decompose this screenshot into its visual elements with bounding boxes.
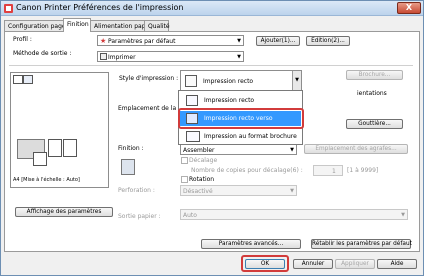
offset-checkbox[interactable] [181, 157, 188, 164]
tab-configuration-page[interactable]: Configuration page [4, 20, 66, 31]
printer-icon [100, 53, 107, 60]
offset-copies-value: 1 [332, 168, 336, 175]
option-booklet[interactable]: Impression au format brochure [180, 129, 301, 144]
page-preview-2 [63, 139, 77, 157]
printer-preferences-window: Canon Printer Préférences de l'impressio… [0, 0, 424, 276]
add-profile-button[interactable]: Ajouter(1)... [256, 36, 300, 46]
output-method-select[interactable]: Imprimer ▼ [97, 51, 244, 62]
brochure-button[interactable]: Brochure... [346, 70, 403, 80]
chevron-down-icon: ▼ [290, 147, 294, 153]
staple-location-button[interactable]: Emplacement des agrafes... [304, 144, 408, 154]
output-method-value: Imprimer [108, 54, 136, 61]
perforation-select[interactable]: Désactivé ▼ [180, 185, 297, 196]
profile-value: Paramètres par défaut [108, 38, 176, 45]
output-method-label: Méthode de sortie : [13, 50, 72, 57]
offset-range-label: [1 à 9999] [347, 167, 379, 174]
booklet-icon [186, 131, 200, 142]
perforation-label: Perforation : [118, 187, 155, 194]
offset-copies-stepper[interactable]: 1 [313, 165, 343, 176]
chevron-down-icon: ▼ [290, 188, 294, 194]
finishing-illustration-icon [121, 159, 135, 175]
finishing-label: Finition : [118, 145, 144, 152]
tab-alimentation-papier[interactable]: Alimentation papier [90, 20, 153, 31]
offset-label: Décalage [189, 157, 218, 164]
chevron-down-icon: ▼ [295, 77, 299, 83]
paper-output-select[interactable]: Auto ▼ [180, 209, 408, 220]
single-sided-icon [186, 95, 198, 106]
page-view-icon[interactable] [13, 75, 23, 84]
single-sided-icon [185, 75, 197, 87]
show-settings-button[interactable]: Affichage des paramètres [15, 207, 113, 217]
print-style-value: Impression recto [203, 78, 254, 85]
tab-finition[interactable]: Finition [63, 18, 91, 32]
tab-qualite[interactable]: Qualité [144, 20, 170, 31]
option-label: Impression au format brochure [204, 133, 297, 140]
orientations-label: ientations [357, 90, 387, 97]
preview-caption: A4 [Mise à l'échelle : Auto] [13, 177, 80, 183]
rotation-checkbox[interactable] [181, 176, 188, 183]
perforation-value: Désactivé [183, 188, 213, 195]
option-single-sided[interactable]: Impression recto [180, 93, 301, 108]
gutter-button[interactable]: Gouttière... [346, 119, 403, 129]
separator [9, 65, 413, 66]
offset-copies-label: Nombre de copies pour décalage(6) : [191, 167, 303, 174]
restore-defaults-button[interactable]: Rétablir les paramètres par défaut [311, 239, 412, 249]
print-style-select[interactable]: Impression recto ▼ [180, 70, 302, 91]
ok-highlight [241, 255, 289, 272]
chevron-down-icon: ▼ [237, 54, 241, 60]
printer-view-icon[interactable] [23, 75, 33, 84]
help-button[interactable]: Aide [377, 259, 417, 269]
print-style-label: Style d'impression : [119, 75, 179, 82]
rotation-label: Rotation [189, 176, 215, 183]
close-button[interactable]: X [397, 2, 421, 14]
apply-button[interactable]: Appliquer [335, 259, 375, 269]
title-bar: Canon Printer Préférences de l'impressio… [1, 1, 423, 16]
finishing-value: Assembler [183, 147, 215, 154]
page-preview-1 [48, 139, 62, 157]
duplex-highlight [178, 108, 304, 129]
chevron-down-icon: ▼ [401, 212, 405, 218]
printer-app-icon [4, 4, 13, 13]
page-preview-3 [33, 152, 47, 166]
option-label: Impression recto [204, 97, 255, 104]
paper-output-value: Auto [183, 212, 197, 219]
paper-output-label: Sortie papier : [118, 213, 161, 220]
profile-select[interactable]: ★ Paramètres par défaut ▼ [97, 35, 244, 46]
window-title: Canon Printer Préférences de l'impressio… [16, 3, 184, 12]
profile-label: Profil : [13, 36, 32, 43]
advanced-settings-button[interactable]: Paramètres avancés... [201, 239, 301, 249]
binding-location-label: Emplacement de la reli [118, 105, 188, 112]
edit-profile-button[interactable]: Edition(2)... [306, 36, 350, 46]
chevron-down-icon: ▼ [237, 38, 241, 44]
finishing-select[interactable]: Assembler ▼ [180, 144, 297, 155]
cancel-button[interactable]: Annuler [293, 259, 333, 269]
profile-star-icon: ★ [100, 37, 107, 45]
preview-area: A4 [Mise à l'échelle : Auto] [10, 72, 109, 188]
